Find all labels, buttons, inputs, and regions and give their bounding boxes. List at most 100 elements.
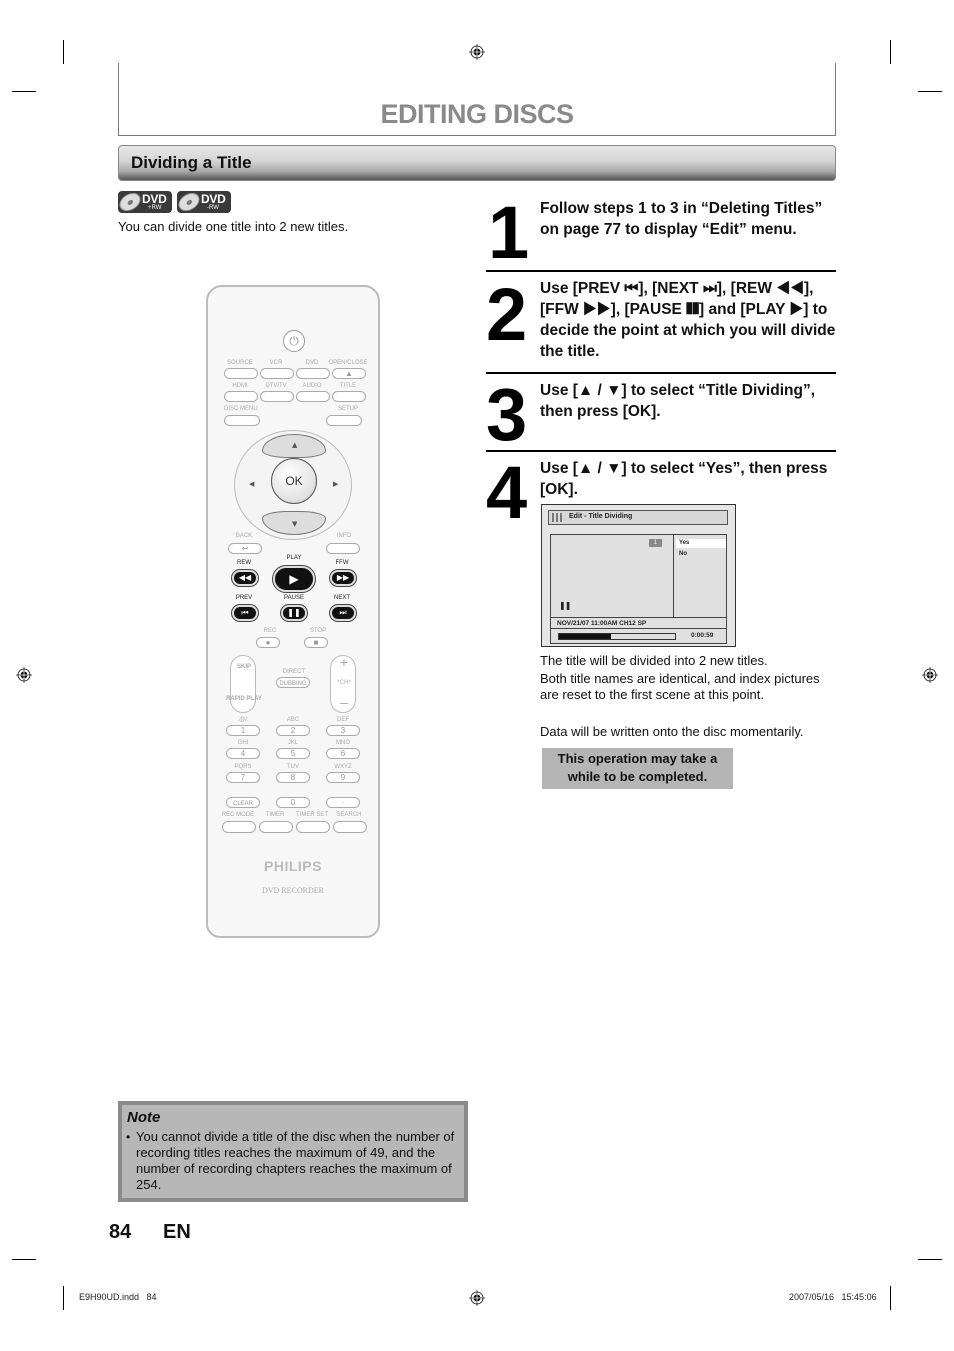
- badge-label: DVD: [201, 192, 226, 206]
- disc-menu-button: [224, 415, 260, 426]
- dot-button: ·: [326, 797, 360, 808]
- key-letters: JKL: [287, 740, 299, 746]
- key-digit: 2: [290, 726, 296, 735]
- osd-title: Edit - Title Dividing: [569, 513, 633, 520]
- key-digit: 3: [340, 726, 346, 735]
- result-text: Both title names are identical, and inde…: [540, 671, 820, 702]
- chapter-header: EDITING DISCS: [118, 63, 836, 136]
- skip-rapid-play-button: SKIP RAPID PLAY: [226, 655, 262, 713]
- registration-mark-icon: [16, 667, 32, 683]
- disc-icon: [175, 193, 203, 211]
- digit-3-button: 3: [326, 725, 360, 736]
- zero-button: 0: [276, 797, 310, 808]
- channel-button: + *CH* –: [330, 654, 356, 713]
- rec-mode-button: [222, 821, 256, 833]
- key-letters: .@/:: [237, 717, 249, 723]
- key-letters: MNO: [336, 740, 350, 746]
- pause-icon: ❚❚: [559, 601, 571, 610]
- stop-button: ■: [304, 637, 328, 648]
- remote-label: PREV: [235, 595, 253, 601]
- badge-label: DVD: [142, 192, 167, 206]
- remote-label: DTV/TV: [265, 383, 287, 389]
- vcr-button: [260, 368, 294, 379]
- remote-label: OPEN/CLOSE: [328, 360, 368, 366]
- remote-label: PAUSE: [284, 595, 304, 601]
- key-digit: 7: [240, 773, 246, 782]
- badge-sub: +RW: [148, 205, 162, 211]
- digit-2-button: 2: [276, 725, 310, 736]
- rew-button: ◀◀: [231, 569, 259, 587]
- key-letters: ABC: [286, 717, 300, 723]
- info-button: [326, 543, 360, 554]
- option-yes[interactable]: Yes: [676, 539, 726, 548]
- remote-label: PLAY: [286, 555, 302, 561]
- timestamp-slug: 2007/05/16 15:45:06: [789, 1292, 877, 1302]
- key-digit: 5: [290, 749, 296, 758]
- remote-label: RAPID PLAY: [226, 696, 262, 702]
- video-preview: 1 ❚❚: [551, 535, 674, 617]
- crop-mark: [63, 1286, 64, 1310]
- clear-button: CLEAR: [226, 797, 260, 808]
- page-title: EDITING DISCS: [380, 99, 574, 129]
- remote-label: FFW: [335, 560, 349, 566]
- plus-icon: +: [339, 654, 349, 670]
- right-arrow-icon: ▶: [333, 480, 339, 488]
- hdmi-button: [224, 391, 258, 402]
- option-no[interactable]: No: [676, 550, 726, 559]
- step-divider: [486, 372, 836, 374]
- remote-label: *CH*: [337, 680, 351, 686]
- remote-label: SEARCH: [336, 812, 362, 818]
- elapsed-time: 0:00:59: [691, 632, 714, 639]
- down-button: ▼: [262, 511, 326, 535]
- step-divider: [486, 270, 836, 272]
- note-box: Note • You cannot divide a title of the …: [118, 1101, 468, 1202]
- up-button: ▲: [262, 434, 326, 458]
- remote-label: DUBBING: [279, 681, 307, 687]
- left-arrow-icon: ◀: [249, 480, 255, 488]
- remote-label: DIRECT: [282, 669, 306, 675]
- registration-mark-icon: [469, 1290, 485, 1306]
- prev-button: ⏮: [231, 604, 259, 622]
- remote-label: REW: [237, 560, 251, 566]
- pause-button: ❚❚: [280, 604, 308, 622]
- crop-mark: [890, 1286, 891, 1310]
- osd-header: Edit - Title Dividing: [548, 510, 728, 525]
- dvd-plus-rw-icon: DVD +RW: [116, 191, 172, 213]
- title-button: [332, 391, 366, 402]
- remote-label: DVD: [305, 360, 319, 366]
- result-text: The title will be divided into 2 new tit…: [540, 653, 768, 668]
- remote-label: INFO: [336, 533, 352, 539]
- remote-label: AUDIO: [302, 383, 322, 389]
- ok-button: OK: [271, 458, 317, 504]
- key-digit: 9: [340, 773, 346, 782]
- key-letters: WXYZ: [334, 764, 352, 770]
- crop-mark: [918, 91, 942, 92]
- remote-label: DISC MENU: [224, 406, 258, 412]
- digit-6-button: 6: [326, 748, 360, 759]
- key-letters: TUV: [287, 764, 299, 770]
- digit-8-button: 8: [276, 772, 310, 783]
- remote-label: SOURCE: [227, 360, 253, 366]
- dtv-tv-button: [260, 391, 294, 402]
- digit-9-button: 9: [326, 772, 360, 783]
- crop-mark: [918, 1259, 942, 1260]
- crop-mark: [63, 40, 64, 64]
- badge-sub: -RW: [207, 205, 219, 211]
- step-number: 4: [486, 451, 527, 534]
- osd-main-panel: 1 ❚❚ Yes No NOV/21/07 11:00AM CH12 SP 0:…: [550, 534, 727, 644]
- page-language: EN: [163, 1221, 191, 1243]
- result-text: Data will be written onto the disc momen…: [540, 724, 804, 739]
- digit-1-button: 1: [226, 725, 260, 736]
- intro-text: You can divide one title into 2 new titl…: [118, 219, 349, 234]
- step-text: Use [▲ / ▼] to select “Yes”, then press …: [540, 460, 828, 498]
- note-text: You cannot divide a title of the disc wh…: [136, 1129, 455, 1192]
- key-letters: GHI: [237, 740, 249, 746]
- file-slug: E9H90UD.indd 84: [79, 1292, 157, 1302]
- remote-label: CLEAR: [232, 801, 253, 807]
- registration-mark-icon: [922, 667, 938, 683]
- note-title: Note: [127, 1109, 161, 1126]
- timer-button: [259, 821, 293, 833]
- remote-label: TITLE: [339, 383, 357, 389]
- key-digit: 4: [240, 749, 246, 758]
- step-number: 2: [486, 273, 527, 356]
